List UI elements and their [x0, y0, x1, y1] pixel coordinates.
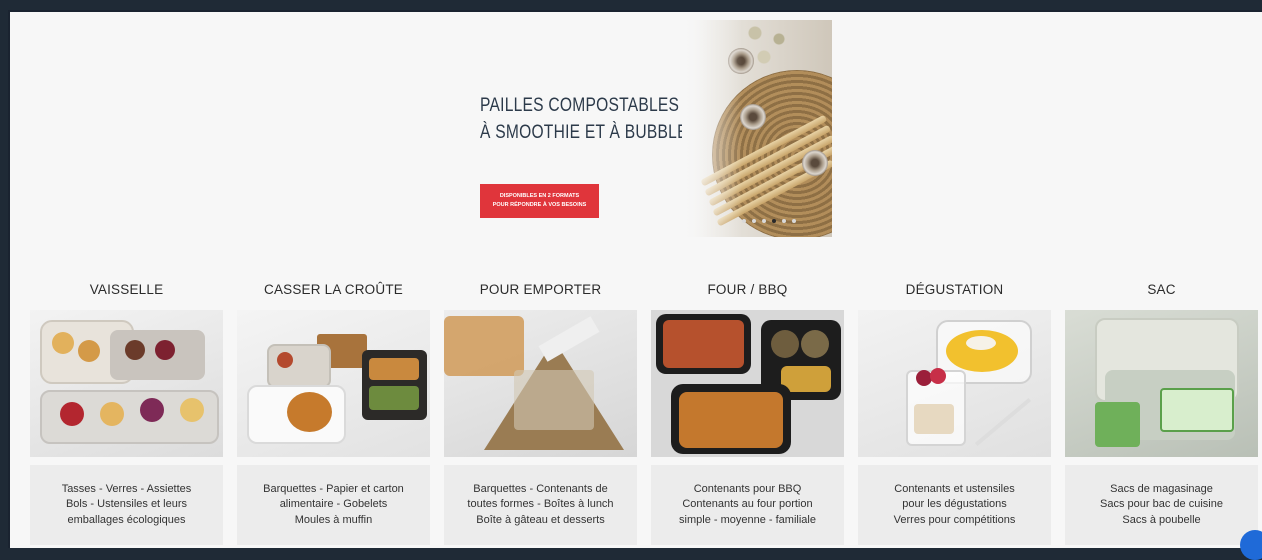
pine-cone-icon	[740, 104, 766, 130]
desc-line: Sacs à poubelle	[1122, 513, 1201, 526]
category-image-vaisselle[interactable]	[30, 310, 223, 457]
desc-line: simple - moyenne - familiale	[679, 513, 816, 526]
category-title[interactable]: SAC	[1065, 280, 1258, 310]
category-title[interactable]: FOUR / BBQ	[651, 280, 844, 310]
category-title[interactable]: VAISSELLE	[30, 280, 223, 310]
carousel-dot[interactable]	[762, 219, 766, 223]
desc-line: emballages écologiques	[67, 513, 186, 526]
category-description: Tasses - Verres - Assiettes Bols - Usten…	[30, 465, 223, 545]
category-description: Contenants pour BBQ Contenants au four p…	[651, 465, 844, 545]
category-pour-emporter[interactable]: POUR EMPORTER Barquettes - Contenants de…	[444, 280, 637, 545]
pine-cone-icon	[802, 150, 828, 176]
cta-line-2: POUR RÉPONDRE À VOS BESOINS	[492, 202, 587, 208]
category-title[interactable]: DÉGUSTATION	[858, 280, 1051, 310]
carousel-dot[interactable]	[792, 219, 796, 223]
carousel-dot[interactable]	[782, 219, 786, 223]
desc-line: toutes formes - Boîtes à lunch	[467, 498, 614, 511]
desc-line: Sacs pour bac de cuisine	[1100, 498, 1223, 511]
category-description: Barquettes - Contenants de toutes formes…	[444, 465, 637, 545]
category-image-degustation[interactable]	[858, 310, 1051, 457]
category-image-four-bbq[interactable]	[651, 310, 844, 457]
desc-line: pour les dégustations	[902, 498, 1007, 511]
desc-line: Moules à muffin	[294, 513, 373, 526]
hero-title: PAILLES COMPOSTABLES À SMOOTHIE ET À BUB…	[480, 92, 724, 146]
category-title[interactable]: CASSER LA CROÛTE	[237, 280, 430, 310]
category-image-pour-emporter[interactable]	[444, 310, 637, 457]
desc-line: Tasses - Verres - Assiettes	[61, 482, 192, 495]
desc-line: Contenants et ustensiles	[894, 482, 1015, 495]
category-sac[interactable]: SAC Sacs de magasinage Sacs pour bac de …	[1065, 280, 1258, 545]
chat-widget-button[interactable]	[1240, 530, 1262, 560]
cta-line-1: DISPONIBLES EN 2 FORMATS	[499, 193, 580, 199]
category-vaisselle[interactable]: VAISSELLE Tasses - Verres - Assiettes Bo…	[30, 280, 223, 545]
category-description: Contenants et ustensiles pour les dégust…	[858, 465, 1051, 545]
carousel-dot[interactable]	[742, 219, 746, 223]
desc-line: alimentaire - Gobelets	[279, 498, 388, 511]
hero-image-straws	[682, 20, 832, 237]
carousel-dot[interactable]	[752, 219, 756, 223]
category-casser-la-croute[interactable]: CASSER LA CROÛTE Barquettes - Papier et …	[237, 280, 430, 545]
category-image-casser-la-croute[interactable]	[237, 310, 430, 457]
hero-title-line-1: PAILLES COMPOSTABLES	[480, 95, 680, 116]
desc-line: Contenants au four portion	[682, 498, 813, 511]
desc-line: Barquettes - Papier et carton	[263, 482, 404, 495]
category-four-bbq[interactable]: FOUR / BBQ Contenants pour BBQ Contenant…	[651, 280, 844, 545]
category-description: Sacs de magasinage Sacs pour bac de cuis…	[1065, 465, 1258, 545]
category-title[interactable]: POUR EMPORTER	[444, 280, 637, 310]
page: PAILLES COMPOSTABLES À SMOOTHIE ET À BUB…	[8, 10, 1262, 548]
carousel-dot-active[interactable]	[772, 219, 776, 223]
desc-line: Barquettes - Contenants de	[473, 482, 608, 495]
category-degustation[interactable]: DÉGUSTATION Contenants et ustensiles pou…	[858, 280, 1051, 545]
desc-line: Verres pour compétitions	[893, 513, 1016, 526]
category-image-sac[interactable]	[1065, 310, 1258, 457]
category-description: Barquettes - Papier et carton alimentair…	[237, 465, 430, 545]
hero-title-line-2: À SMOOTHIE ET À BUBBLE TEA	[480, 122, 724, 143]
hero-cta-button[interactable]: DISPONIBLES EN 2 FORMATS POUR RÉPONDRE À…	[480, 184, 599, 218]
desc-line: Sacs de magasinage	[1110, 482, 1213, 495]
carousel-dots	[742, 219, 796, 223]
desc-line: Boîte à gâteau et desserts	[476, 513, 605, 526]
desc-line: Contenants pour BBQ	[693, 482, 802, 495]
desc-line: Bols - Ustensiles et leurs	[65, 498, 188, 511]
